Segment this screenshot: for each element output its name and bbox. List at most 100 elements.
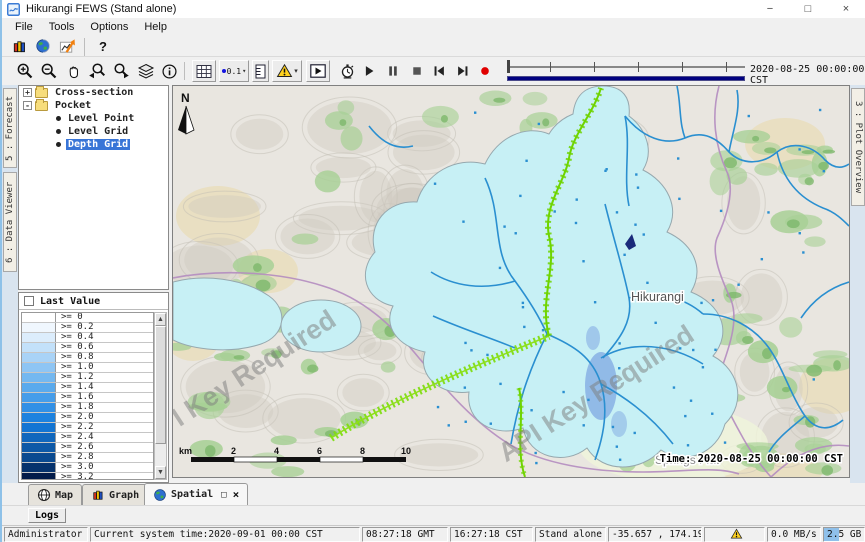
tree-item-cross-section[interactable]: +Cross-section	[19, 86, 168, 99]
application-window: Hikurangi FEWS (Stand alone) − □ × FileT…	[0, 0, 865, 542]
scale-ruler-button[interactable]	[252, 60, 269, 82]
legend-threshold-label: >= 2.0	[56, 413, 94, 422]
legend-threshold-label: >= 3.2	[56, 473, 94, 480]
legend-threshold-label: >= 1.6	[56, 393, 94, 402]
collapse-icon[interactable]: -	[23, 101, 32, 110]
status-gmt-time: 08:27:18 GMT	[362, 527, 448, 542]
memory-value: 2.5 GB	[827, 529, 861, 540]
animation-player-button[interactable]	[306, 60, 330, 82]
tab-restore-icon[interactable]: □	[221, 490, 226, 500]
last-value-checkbox[interactable]	[24, 296, 34, 306]
zoom-next-button[interactable]	[110, 60, 132, 82]
maximize-button[interactable]: □	[789, 0, 827, 18]
database-button[interactable]	[8, 36, 30, 56]
time-slider-range-bar	[507, 76, 745, 81]
scroll-down-icon[interactable]: ▼	[155, 466, 166, 479]
tab-close-icon[interactable]: ×	[233, 488, 240, 501]
help-button[interactable]: ?	[92, 36, 114, 56]
menu-item-help[interactable]: Help	[137, 20, 174, 34]
logs-row: Logs	[2, 505, 865, 525]
expand-icon[interactable]: +	[23, 88, 32, 97]
legend-scrollbar[interactable]: ▲ ▼	[154, 312, 167, 480]
tab-graph[interactable]: Graph	[82, 484, 148, 505]
point-size-dropdown[interactable]: 0.1 ▾	[219, 60, 249, 82]
thresholds-dropdown[interactable]: ▾	[272, 60, 302, 82]
legend-color-swatch	[22, 333, 56, 342]
record-button[interactable]	[474, 60, 496, 82]
logs-button[interactable]: Logs	[28, 508, 66, 523]
status-user: Administrator	[4, 527, 88, 542]
legend-color-swatch	[22, 433, 56, 442]
tab-forecast[interactable]: 5 : Forecast	[3, 88, 17, 168]
tab-graph-label: Graph	[109, 490, 139, 501]
legend-color-swatch	[22, 463, 56, 472]
chevron-down-icon: ▾	[294, 67, 298, 75]
zoom-in-button[interactable]	[14, 60, 36, 82]
map-view[interactable]: API Key Required API Key Required Hikura…	[172, 85, 850, 478]
pause-button[interactable]	[382, 60, 404, 82]
map-display-button[interactable]	[32, 36, 54, 56]
skip-to-end-button[interactable]	[452, 60, 474, 82]
tab-spatial[interactable]: Spatial □ ×	[144, 483, 248, 505]
globe-icon	[35, 38, 51, 54]
status-local-time: 16:27:18 CST	[450, 527, 533, 542]
close-button[interactable]: ×	[827, 0, 865, 18]
menu-item-tools[interactable]: Tools	[42, 20, 82, 34]
legend-color-swatch	[22, 383, 56, 392]
tree-item-depth-grid[interactable]: Depth Grid	[19, 138, 168, 151]
right-tab-strip: 3 : Plot Overview	[850, 85, 865, 483]
status-bar: Administrator Current system time:2020-0…	[2, 525, 865, 542]
info-button[interactable]	[158, 60, 180, 82]
scroll-up-icon[interactable]: ▲	[155, 313, 166, 326]
legend-threshold-label: >= 0.8	[56, 353, 94, 362]
movie-play-icon	[310, 64, 326, 78]
legend-color-swatch	[22, 423, 56, 432]
skip-end-icon	[455, 63, 471, 79]
tree-item-level-grid[interactable]: Level Grid	[19, 125, 168, 138]
layers-button[interactable]	[135, 60, 157, 82]
graph-arrow-icon	[59, 38, 76, 55]
time-slider-handle[interactable]	[507, 60, 510, 73]
menu-item-file[interactable]: File	[8, 20, 40, 34]
status-download-speed: 0.0 MB/s	[767, 527, 821, 542]
tab-data-viewer[interactable]: 6 : Data Viewer	[3, 172, 17, 272]
set-time-button[interactable]	[336, 60, 358, 82]
timeseries-dialog-button[interactable]	[56, 36, 78, 56]
place-label-hikurangi: Hikurangi	[631, 290, 684, 304]
scrollbar-thumb[interactable]	[155, 326, 166, 444]
legend-threshold-label: >= 2.2	[56, 423, 94, 432]
legend-threshold-label: >= 0	[56, 313, 83, 322]
zoom-previous-button[interactable]	[86, 60, 108, 82]
tab-map-label: Map	[55, 490, 73, 501]
legend-threshold-label: >= 0.2	[56, 323, 94, 332]
menu-item-options[interactable]: Options	[83, 20, 135, 34]
skip-to-start-button[interactable]	[428, 60, 450, 82]
stop-button[interactable]	[406, 60, 428, 82]
legend-color-swatch	[22, 373, 56, 382]
play-icon	[361, 63, 377, 79]
zoom-out-button[interactable]	[38, 60, 60, 82]
leaf-node-icon	[56, 142, 61, 147]
tree-item-label: Level Grid	[66, 126, 130, 137]
tree-item-pocket[interactable]: -Pocket	[19, 99, 168, 112]
legend-color-swatch	[22, 323, 56, 332]
tree-item-level-point[interactable]: Level Point	[19, 112, 168, 125]
point-dot-icon	[222, 69, 226, 73]
tab-plot-overview[interactable]: 3 : Plot Overview	[851, 88, 865, 206]
legend-color-swatch	[22, 313, 56, 322]
grid-display-button[interactable]	[192, 60, 216, 82]
play-button[interactable]	[358, 60, 380, 82]
minimize-button[interactable]: −	[751, 0, 789, 18]
scale-unit-label: km	[179, 446, 192, 456]
last-value-toggle[interactable]: Last Value	[19, 293, 168, 310]
tab-map[interactable]: Map	[28, 484, 82, 505]
legend-panel: Last Value >= 0>= 0.2>= 0.4>= 0.6>= 0.8>…	[18, 292, 169, 483]
status-log-alert[interactable]	[704, 527, 765, 542]
status-mode: Stand alone	[535, 527, 606, 542]
skip-start-icon	[431, 63, 447, 79]
legend-row[interactable]: >= 3.2	[22, 473, 153, 480]
legend-color-swatch	[22, 413, 56, 422]
pan-button[interactable]	[62, 60, 84, 82]
time-slider[interactable]	[507, 60, 745, 82]
zoom-previous-icon	[88, 62, 106, 80]
